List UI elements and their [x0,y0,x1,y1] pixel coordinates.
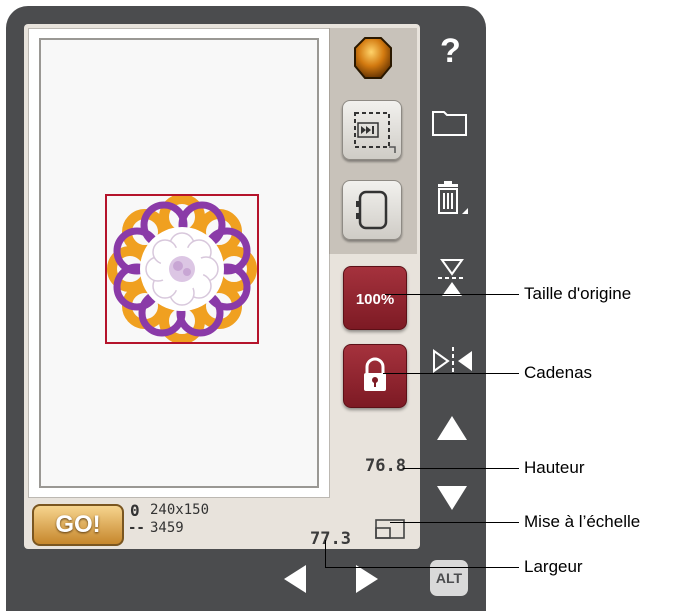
embroidery-canvas-frame [28,28,330,498]
hoop-icon [356,190,388,230]
arrow-up-icon[interactable] [434,412,470,444]
callout-height: Hauteur [524,458,585,477]
lock-button[interactable] [343,344,407,408]
design-selection-box[interactable] [105,194,259,344]
stitch-forward-button[interactable] [342,100,402,160]
trash-icon[interactable] [430,178,474,222]
fast-forward-frame-icon [354,112,396,153]
callout-width: Largeur [524,557,583,576]
callout-line-scale [390,522,519,523]
callout-scale: Mise à l’échelle [524,512,641,531]
stitch-count: 3459 [150,520,184,536]
device-frame: 100% 76.8 GO! 0 240x150 -- 3459 77.3 ? A… [6,6,486,611]
resize-panel: 100% 76.8 [329,256,416,496]
callout-line-original-size [385,294,519,295]
arrow-left-icon[interactable] [278,562,312,596]
original-size-button[interactable]: 100% [343,266,407,330]
callout-lock: Cadenas [524,363,593,382]
folder-icon[interactable] [430,106,470,138]
edit-tool-panel [329,28,417,254]
hoop-glyph: 0 [130,501,140,520]
color-gem-icon[interactable] [353,36,393,80]
scale-icon[interactable] [374,516,408,542]
dash-glyph: -- [128,520,145,536]
flower-design [107,196,257,342]
help-button[interactable]: ? [440,32,461,71]
callout-line-height [403,468,519,469]
go-button[interactable]: GO! [32,504,124,546]
callout-line-width [325,567,519,568]
callout-line-lock [383,373,519,374]
width-value: 77.3 [310,529,351,549]
embroidery-canvas[interactable] [39,38,319,488]
hoop-size: 240x150 [150,502,210,518]
alt-button[interactable]: ALT [430,560,468,596]
callout-original-size: Taille d'origine [524,284,632,303]
height-value: 76.8 [365,456,406,476]
callout-line-width-vertical [325,540,326,567]
padlock-icon [364,357,386,391]
arrow-down-icon[interactable] [434,482,470,514]
screen: 100% 76.8 GO! 0 240x150 -- 3459 77.3 [24,24,420,549]
hoop-select-button[interactable] [342,180,402,240]
